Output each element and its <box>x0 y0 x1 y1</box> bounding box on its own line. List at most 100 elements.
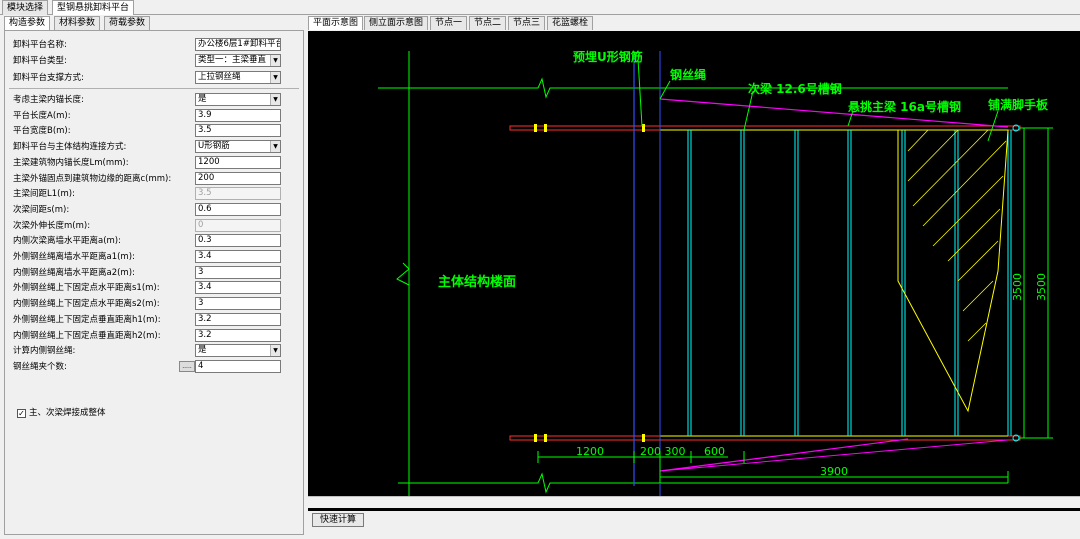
main-beam-top <box>509 125 1021 131</box>
support-method-select[interactable]: 上拉钢丝绳 ▼ <box>195 71 281 84</box>
param-value: U形钢筋 <box>198 141 230 151</box>
plan-drawing-canvas[interactable]: 预埋U形钢筋 钢丝绳 次梁 12.6号槽钢 悬挑主梁 16a号槽钢 铺满脚手板 … <box>308 31 1080 511</box>
platform-name-input[interactable]: 办公楼6层1#卸料平台 <box>195 38 281 51</box>
label-board: 铺满脚手板 <box>988 97 1049 112</box>
tab-construction-params[interactable]: 构造参数 <box>4 16 51 30</box>
param-label: 次梁间距s(m): <box>13 205 70 215</box>
param-select[interactable]: 是 ▼ <box>195 93 281 106</box>
plank-hatch <box>907 129 1007 342</box>
param-value: 0.3 <box>198 235 212 245</box>
param-input[interactable]: 3.5 <box>195 124 281 137</box>
param-label: 平台长度A(m): <box>13 111 71 121</box>
weld-integral-checkbox[interactable]: ✓ <box>17 409 26 418</box>
dim-200-300: 200 300 <box>640 445 686 458</box>
app-window: 模块选择 型钢悬挑卸料平台 构造参数 材料参数 荷载参数 卸料平台名称: 办公楼… <box>0 0 1080 539</box>
tab-node-2[interactable]: 节点二 <box>469 16 507 30</box>
drawing-panel: 平面示意图 侧立面示意图 节点一 节点二 节点三 花篮螺栓 预埋U形钢筋 钢丝绳… <box>308 15 1080 539</box>
chevron-down-icon[interactable]: ▼ <box>270 94 280 105</box>
param-value: 3.5 <box>198 125 212 135</box>
param-label: 内侧次梁离墙水平距离a(m): <box>13 236 121 246</box>
dim-3500-outer: 3500 <box>1035 273 1048 301</box>
param-value: 0 <box>198 220 204 230</box>
chevron-down-icon[interactable]: ▼ <box>270 55 280 66</box>
param-value: 3.4 <box>198 251 212 261</box>
label-secondary: 次梁 12.6号槽钢 <box>748 81 842 96</box>
chevron-down-icon[interactable]: ▼ <box>270 72 280 83</box>
label-wire: 钢丝绳 <box>670 67 706 82</box>
group-divider <box>9 88 299 89</box>
label-structure: 主体结构楼面 <box>438 274 516 290</box>
param-label: 主梁建筑物内锚长度Lm(mm): <box>13 158 129 168</box>
dim-600: 600 <box>704 445 725 458</box>
param-label: 内侧钢丝绳离墙水平距离a2(m): <box>13 268 135 278</box>
platform-type-value: 类型一：主梁垂直 <box>198 55 267 65</box>
param-value: 200 <box>198 173 215 183</box>
param-label: 主梁间距L1(m): <box>13 189 75 199</box>
param-input[interactable]: 3.2 <box>195 329 281 342</box>
param-input: 3.5 <box>195 187 281 200</box>
param-value: 3.5 <box>198 188 212 198</box>
tab-material-params[interactable]: 材料参数 <box>54 16 101 30</box>
param-label: 计算内侧钢丝绳: <box>13 346 76 356</box>
leader-embed <box>637 58 643 127</box>
leader-wire <box>659 80 671 100</box>
leader-secondary <box>743 90 754 131</box>
param-label: 外侧钢丝绳上下固定点水平距离s1(m): <box>13 283 160 293</box>
param-value: 4 <box>198 361 204 371</box>
anchor-marks <box>534 124 645 442</box>
label-main: 悬挑主梁 16a号槽钢 <box>847 99 961 114</box>
param-label: 外侧钢丝绳离墙水平距离a1(m): <box>13 252 135 262</box>
chevron-down-icon[interactable]: ▼ <box>270 345 280 356</box>
param-input[interactable]: 4 <box>195 360 281 373</box>
platform-name-label: 卸料平台名称: <box>13 40 67 50</box>
break-mark <box>396 262 410 286</box>
tab-node-3[interactable]: 节点三 <box>508 16 546 30</box>
param-select[interactable]: 是 ▼ <box>195 344 281 357</box>
param-value: 3.2 <box>198 330 212 340</box>
tab-turnbuckle[interactable]: 花篮螺栓 <box>547 16 594 30</box>
param-label: 内侧钢丝绳上下固定点水平距离s2(m): <box>13 299 160 309</box>
platform-type-select[interactable]: 类型一：主梁垂直 ▼ <box>195 54 281 67</box>
param-input[interactable]: 200 <box>195 172 281 185</box>
param-input[interactable]: 3 <box>195 266 281 279</box>
horizontal-scrollbar[interactable] <box>308 496 1080 508</box>
param-label: 内侧钢丝绳上下固定点垂直距离h2(m): <box>13 331 161 341</box>
param-input[interactable]: 3.4 <box>195 250 281 263</box>
param-label: 钢丝绳夹个数: <box>13 362 67 372</box>
chevron-down-icon[interactable]: ▼ <box>270 141 280 152</box>
tab-module-select[interactable]: 模块选择 <box>2 0 49 15</box>
dim-3900: 3900 <box>820 465 848 478</box>
support-method-label: 卸料平台支撑方式: <box>13 73 84 83</box>
tab-side-view[interactable]: 侧立面示意图 <box>364 16 429 30</box>
platform-type-label: 卸料平台类型: <box>13 56 67 66</box>
param-label: 平台宽度B(m): <box>13 126 71 136</box>
param-value: 3 <box>198 267 204 277</box>
param-label: 次梁外伸长度m(m): <box>13 221 91 231</box>
tab-cantilever-platform[interactable]: 型钢悬挑卸料平台 <box>52 0 135 15</box>
plank-area <box>897 129 1009 413</box>
tab-node-1[interactable]: 节点一 <box>430 16 468 30</box>
param-label: 卸料平台与主体结构连接方式: <box>13 142 127 152</box>
more-button[interactable]: ..... <box>179 361 195 372</box>
param-value: 是 <box>198 345 207 355</box>
param-input[interactable]: 0.3 <box>195 234 281 247</box>
param-value: 3.4 <box>198 282 212 292</box>
param-input[interactable]: 3.4 <box>195 281 281 294</box>
param-select[interactable]: U形钢筋 ▼ <box>195 140 281 153</box>
param-value: 是 <box>198 94 207 104</box>
param-value: 1200 <box>198 157 220 167</box>
param-input[interactable]: 3 <box>195 297 281 310</box>
param-label: 外侧钢丝绳上下固定点垂直距离h1(m): <box>13 315 161 325</box>
tab-load-params[interactable]: 荷载参数 <box>104 16 151 30</box>
param-input[interactable]: 3.2 <box>195 313 281 326</box>
support-method-value: 上拉钢丝绳 <box>198 72 241 82</box>
tab-plan-view[interactable]: 平面示意图 <box>308 16 364 30</box>
param-input[interactable]: 0.6 <box>195 203 281 216</box>
dim-ticks <box>537 451 1009 483</box>
param-input[interactable]: 1200 <box>195 156 281 169</box>
param-value: 3.2 <box>198 314 212 324</box>
param-input[interactable]: 3.9 <box>195 109 281 122</box>
quick-calc-button[interactable]: 快速计算 <box>312 513 364 527</box>
param-value: 0.6 <box>198 204 212 214</box>
wire-rope-bottom-inner <box>659 438 909 472</box>
